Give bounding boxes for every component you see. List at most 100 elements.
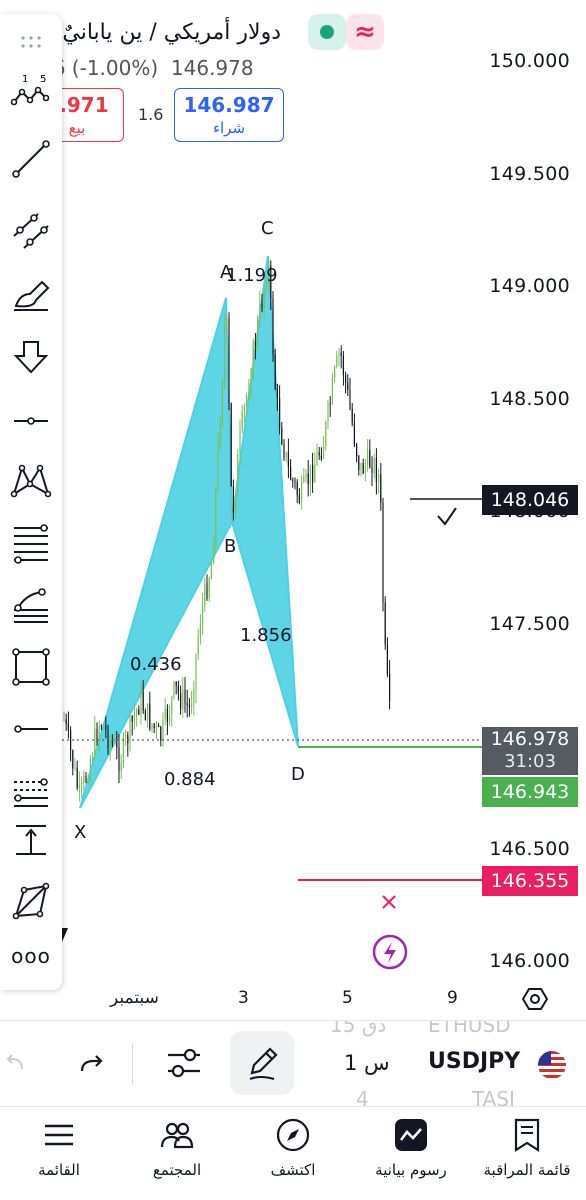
candle-body <box>305 473 307 477</box>
long-position-icon[interactable] <box>10 818 52 860</box>
candle-body <box>78 784 80 788</box>
redo-button[interactable] <box>62 1035 122 1091</box>
candle-body <box>318 452 320 456</box>
candle-body <box>221 381 223 424</box>
candle-body <box>125 735 127 737</box>
chart-area[interactable]: 150.000 149.500 149.000 148.500 148.000 … <box>0 0 586 1015</box>
candle-body <box>140 692 142 715</box>
menu-icon <box>45 1124 73 1146</box>
candle-body <box>312 464 314 483</box>
candle-body <box>272 298 274 355</box>
horizontal-ray-icon[interactable] <box>10 400 52 442</box>
candle-body <box>142 692 144 711</box>
candle-body <box>186 703 188 706</box>
candle-body <box>303 476 305 483</box>
candle-body <box>133 715 135 722</box>
more-icon[interactable]: ooo <box>10 946 52 970</box>
candle-body <box>389 673 391 701</box>
candle-body <box>314 464 316 483</box>
candle-body <box>382 502 384 603</box>
symbol-switcher[interactable]: ETHUSD 15 دق USDJPY 1 س TASI 4 <box>330 1021 586 1107</box>
candle-body <box>74 767 76 769</box>
nav-charts[interactable]: رسوم بيانية <box>356 1117 466 1179</box>
candle-body <box>367 450 369 466</box>
candle-body <box>182 689 184 709</box>
candle-body <box>261 303 263 309</box>
nav-community[interactable]: المجتمع <box>122 1117 232 1179</box>
drawing-mode-button[interactable] <box>230 1031 294 1095</box>
undo-button[interactable] <box>0 1035 36 1091</box>
candle-body <box>213 544 215 564</box>
candle-body <box>144 710 146 721</box>
candle-body <box>164 708 166 720</box>
spread-value: 1.6 <box>138 105 164 124</box>
candle-body <box>206 583 208 599</box>
candle-body <box>184 689 186 704</box>
nav-menu[interactable]: القائمة <box>4 1117 114 1179</box>
fib-retracement-icon[interactable] <box>10 522 52 564</box>
market-status-button[interactable] <box>308 14 346 50</box>
horizontal-line-icon[interactable] <box>10 708 52 750</box>
current-symbol: USDJPY <box>428 1049 521 1074</box>
candle-body <box>296 482 298 495</box>
candle-body <box>250 379 252 393</box>
parallel-channel-icon[interactable] <box>10 210 52 252</box>
rectangle-icon[interactable] <box>10 646 52 688</box>
candle-body <box>215 488 217 545</box>
candle-body <box>351 408 353 424</box>
nav-explore[interactable]: اكتشف <box>238 1117 348 1179</box>
symbol-title[interactable]: دولار أمريكي / ين يابانيٌ <box>62 20 281 45</box>
candle-body <box>237 454 239 496</box>
gann-icon[interactable] <box>10 768 52 810</box>
compass-icon <box>276 1118 310 1152</box>
candle-body <box>380 474 382 503</box>
candle-body <box>153 723 155 729</box>
candle-body <box>171 696 173 715</box>
candle-body <box>235 495 237 513</box>
fib-fan-icon[interactable] <box>10 584 52 626</box>
arrow-down-icon[interactable] <box>10 336 52 378</box>
candle-body <box>325 422 327 447</box>
candle-body <box>70 730 72 751</box>
brush-icon[interactable] <box>10 272 52 314</box>
wave-button[interactable]: ≈ <box>346 14 384 50</box>
stop-price-tag: 146.355 <box>482 866 578 896</box>
chart-icon <box>395 1119 427 1151</box>
candle-body <box>248 392 250 396</box>
indicator-settings-button[interactable] <box>154 1035 214 1091</box>
nav-watchlist[interactable]: قائمة المراقبة <box>472 1117 582 1179</box>
xabcd-pattern-icon[interactable] <box>10 460 52 502</box>
candle-body <box>353 423 355 445</box>
candle-body <box>364 465 366 474</box>
candle-body <box>298 494 300 504</box>
candle-body <box>210 563 212 579</box>
candle-body <box>116 741 118 748</box>
alert-price-tag[interactable]: 148.046 <box>482 485 578 515</box>
pattern-point-d: D <box>291 764 305 785</box>
candle-body <box>338 352 340 356</box>
candle-body <box>151 723 153 729</box>
price-label: 149.500 <box>489 163 570 185</box>
candle-body <box>94 729 96 758</box>
trend-line-icon[interactable] <box>10 138 52 180</box>
candle-body <box>96 729 98 743</box>
candle-body <box>246 395 248 407</box>
next-symbol: TASI <box>472 1087 515 1107</box>
candle-body <box>331 378 333 404</box>
candle-body <box>327 403 329 423</box>
drag-handle-icon[interactable] <box>20 34 42 56</box>
candle-body <box>334 367 336 379</box>
chart-settings-icon[interactable] <box>521 986 549 1012</box>
candle-body <box>232 485 234 513</box>
candle-body <box>136 709 138 716</box>
buy-button[interactable]: 146.987 شراء <box>174 88 284 142</box>
candle-body <box>204 583 206 606</box>
candle-body <box>111 740 113 744</box>
candle-body <box>243 406 245 413</box>
ratio-bcd: 1.856 <box>240 625 292 646</box>
candle-body <box>257 320 259 346</box>
elliott-wave-icon[interactable]: 15 <box>10 72 52 114</box>
alert-check-icon <box>437 507 457 526</box>
triangle-pattern-icon[interactable] <box>10 880 52 922</box>
candle-body <box>329 403 331 405</box>
